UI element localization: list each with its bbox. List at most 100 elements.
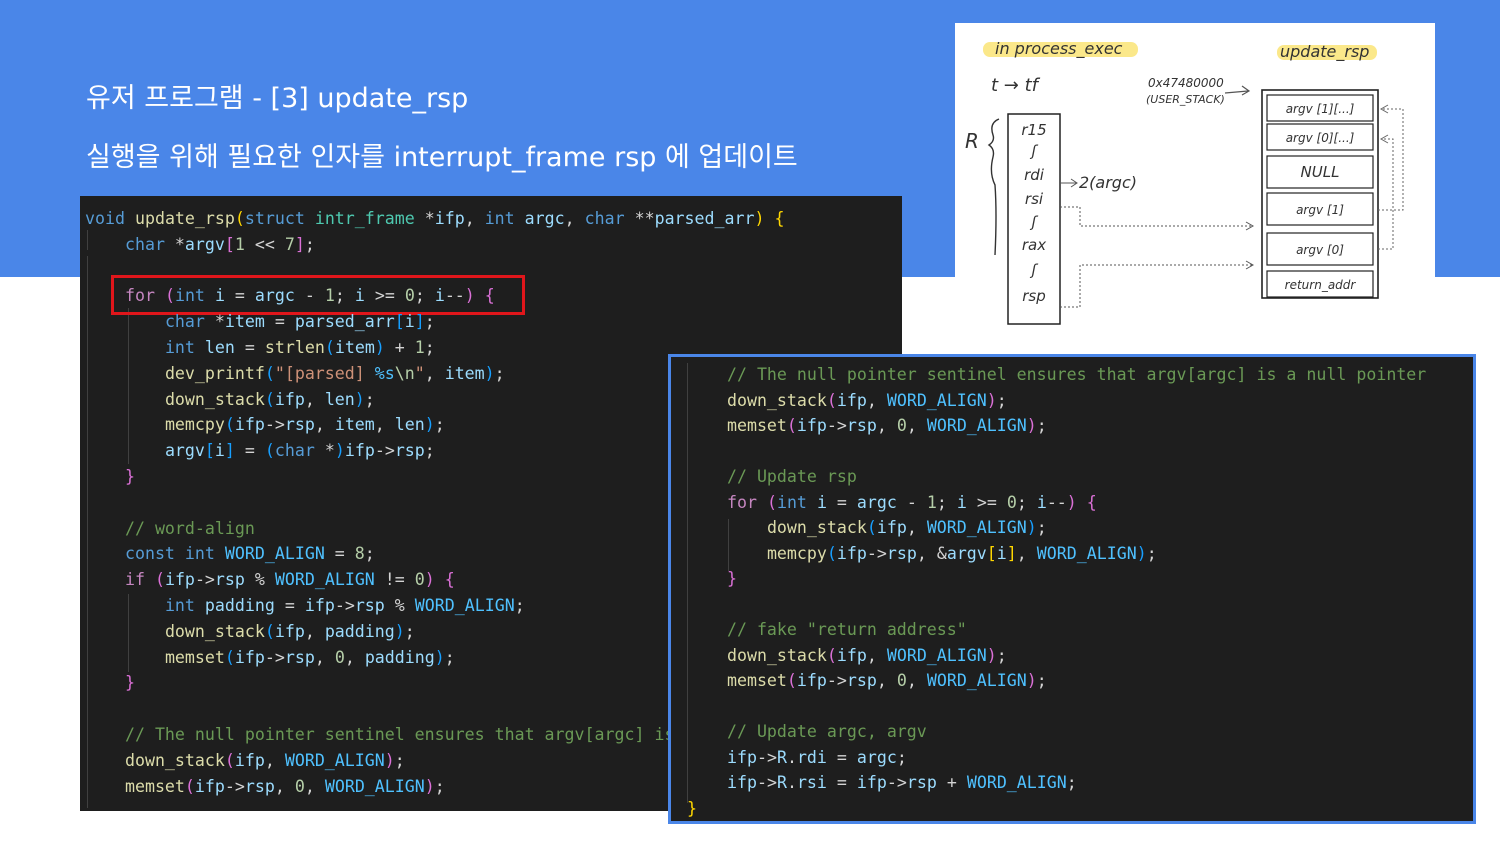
code-token: down_stack	[124, 750, 225, 770]
code-token: )	[484, 363, 495, 383]
code-token: {	[444, 570, 455, 590]
code-token: // fake "return address"	[726, 620, 967, 639]
code-token: , &	[916, 543, 947, 563]
code-token: ,	[304, 389, 325, 409]
code-token: rdi	[796, 747, 827, 767]
code-token: ;	[304, 234, 315, 254]
code-token: i	[956, 492, 967, 512]
code-token: int	[184, 544, 215, 564]
code-token: ifp	[164, 570, 195, 590]
code-token: ->	[826, 671, 847, 690]
code-line: ifp->R.rdi = argc;	[687, 745, 907, 771]
code-token: "[parsed]	[274, 363, 375, 383]
code-token: item	[334, 415, 375, 435]
code-token: 8	[354, 544, 365, 564]
code-token: char	[164, 312, 205, 332]
code-token: ;	[404, 621, 415, 641]
code-token: )	[424, 415, 435, 435]
code-token: ;	[394, 750, 405, 770]
code-token: argc	[856, 492, 897, 512]
code-token: =	[324, 544, 355, 564]
stack-cell-label: return_addr	[1285, 278, 1357, 292]
code-token: [	[986, 543, 997, 563]
code-token: )	[1026, 518, 1037, 537]
code-token: int	[164, 596, 195, 615]
label-in-process-exec: in process_exec	[995, 39, 1123, 59]
code-token: ifp	[726, 747, 757, 767]
code-line: // fake "return address"	[687, 617, 967, 643]
code-token: ;	[334, 286, 355, 306]
code-token: %s	[374, 363, 395, 383]
code-token: char	[124, 234, 165, 254]
code-token: ,	[464, 209, 485, 228]
code-line: down_stack(ifp, padding);	[85, 619, 415, 645]
code-line: for (int i = argc - 1; i >= 0; i--) {	[687, 490, 1097, 516]
code-token: ->	[866, 543, 887, 563]
code-token: ifp	[836, 543, 867, 563]
code-token: *	[204, 312, 225, 332]
code-token: [	[204, 441, 215, 461]
code-token: +	[936, 773, 967, 792]
code-token: len	[324, 389, 355, 409]
code-line: dev_printf("[parsed] %s\n", item);	[85, 361, 505, 387]
code-token: void	[85, 209, 125, 228]
code-token: ;	[1146, 543, 1157, 563]
register-label: ʃ	[1029, 213, 1038, 231]
code-line: down_stack(ifp, WORD_ALIGN);	[687, 515, 1047, 541]
code-token: (	[224, 647, 235, 667]
code-token: )	[1026, 671, 1037, 690]
code-token: =	[826, 492, 857, 512]
code-token: ifp	[234, 750, 265, 770]
code-token: padding	[324, 621, 395, 641]
code-line: }	[85, 464, 135, 490]
code-token: // Update argc, argv	[726, 722, 927, 741]
code-token: ,	[906, 671, 927, 690]
code-token: ifp	[434, 209, 465, 228]
code-token: i	[816, 492, 827, 512]
code-token: =	[264, 312, 295, 332]
code-line: }	[85, 670, 135, 696]
code-token: (	[766, 492, 777, 512]
code-token: \n	[394, 363, 415, 383]
code-token: 1	[324, 286, 335, 306]
code-token: WORD_ALIGN	[284, 750, 385, 770]
code-panel-right: // The null pointer sentinel ensures tha…	[668, 354, 1476, 824]
code-line: int padding = ifp->rsp % WORD_ALIGN;	[85, 593, 525, 619]
code-token: (	[786, 416, 797, 435]
code-token: ;	[1036, 518, 1047, 537]
code-token: ,	[564, 209, 585, 228]
code-line: if (ifp->rsp % WORD_ALIGN != 0) {	[85, 567, 455, 593]
code-token: argv	[184, 234, 225, 254]
code-line: // Update argc, argv	[687, 719, 927, 745]
register-label: rax	[1022, 236, 1046, 254]
code-token: ,	[906, 518, 927, 537]
label-rdi-argc: 2(argc)	[1079, 173, 1137, 192]
code-token: WORD_ALIGN	[324, 776, 425, 796]
rsi-pointer	[1060, 206, 1252, 227]
code-token: ]	[294, 234, 305, 254]
code-token: rsp	[846, 416, 877, 435]
code-token: (	[264, 389, 275, 409]
code-token: ->	[886, 773, 907, 792]
code-line: memset(ifp->rsp, 0, WORD_ALIGN);	[687, 668, 1047, 694]
code-token: WORD_ALIGN	[926, 671, 1027, 690]
code-token: down_stack	[726, 645, 827, 665]
code-token: ifp	[836, 390, 867, 410]
code-token: R	[776, 747, 787, 767]
code-line: int len = strlen(item) + 1;	[85, 335, 435, 361]
code-token: i	[214, 286, 225, 306]
